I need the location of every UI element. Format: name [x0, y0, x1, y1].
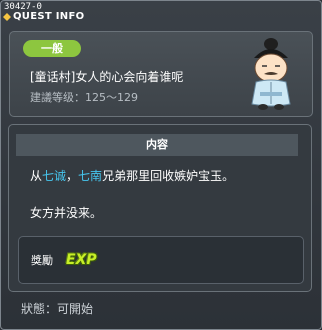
category-badge: 一般 — [23, 40, 81, 57]
desc-text: 从 — [30, 169, 43, 183]
quest-status: 狀態：可開始 — [21, 302, 94, 316]
npc-name-link: 七南 — [78, 169, 103, 183]
recommended-level: 建議等级：125～129 — [30, 91, 138, 104]
quest-name: [童话村]女人的心会向着谁呢 — [30, 70, 184, 84]
quest-description-note: 女方并没来。 — [30, 206, 103, 220]
quest-diamond-icon — [3, 13, 11, 21]
window-title: QUEST INFO — [13, 11, 85, 22]
reward-label: 獎勵 — [31, 254, 53, 267]
reward-box — [18, 236, 304, 284]
titlebar[interactable]: 30427-0 QUEST INFO — [1, 1, 321, 25]
content-section-title: 内容 — [16, 134, 298, 156]
desc-separator: ， — [66, 169, 79, 183]
npc-name-link: 七诚 — [42, 169, 67, 183]
desc-text: 兄弟那里回收嫉妒宝玉。 — [102, 169, 235, 183]
npc-portrait — [251, 38, 291, 110]
exp-reward-icon: EXP — [66, 252, 97, 268]
quest-description: 从七诚，七南兄弟那里回收嫉妒宝玉。 — [30, 168, 234, 184]
